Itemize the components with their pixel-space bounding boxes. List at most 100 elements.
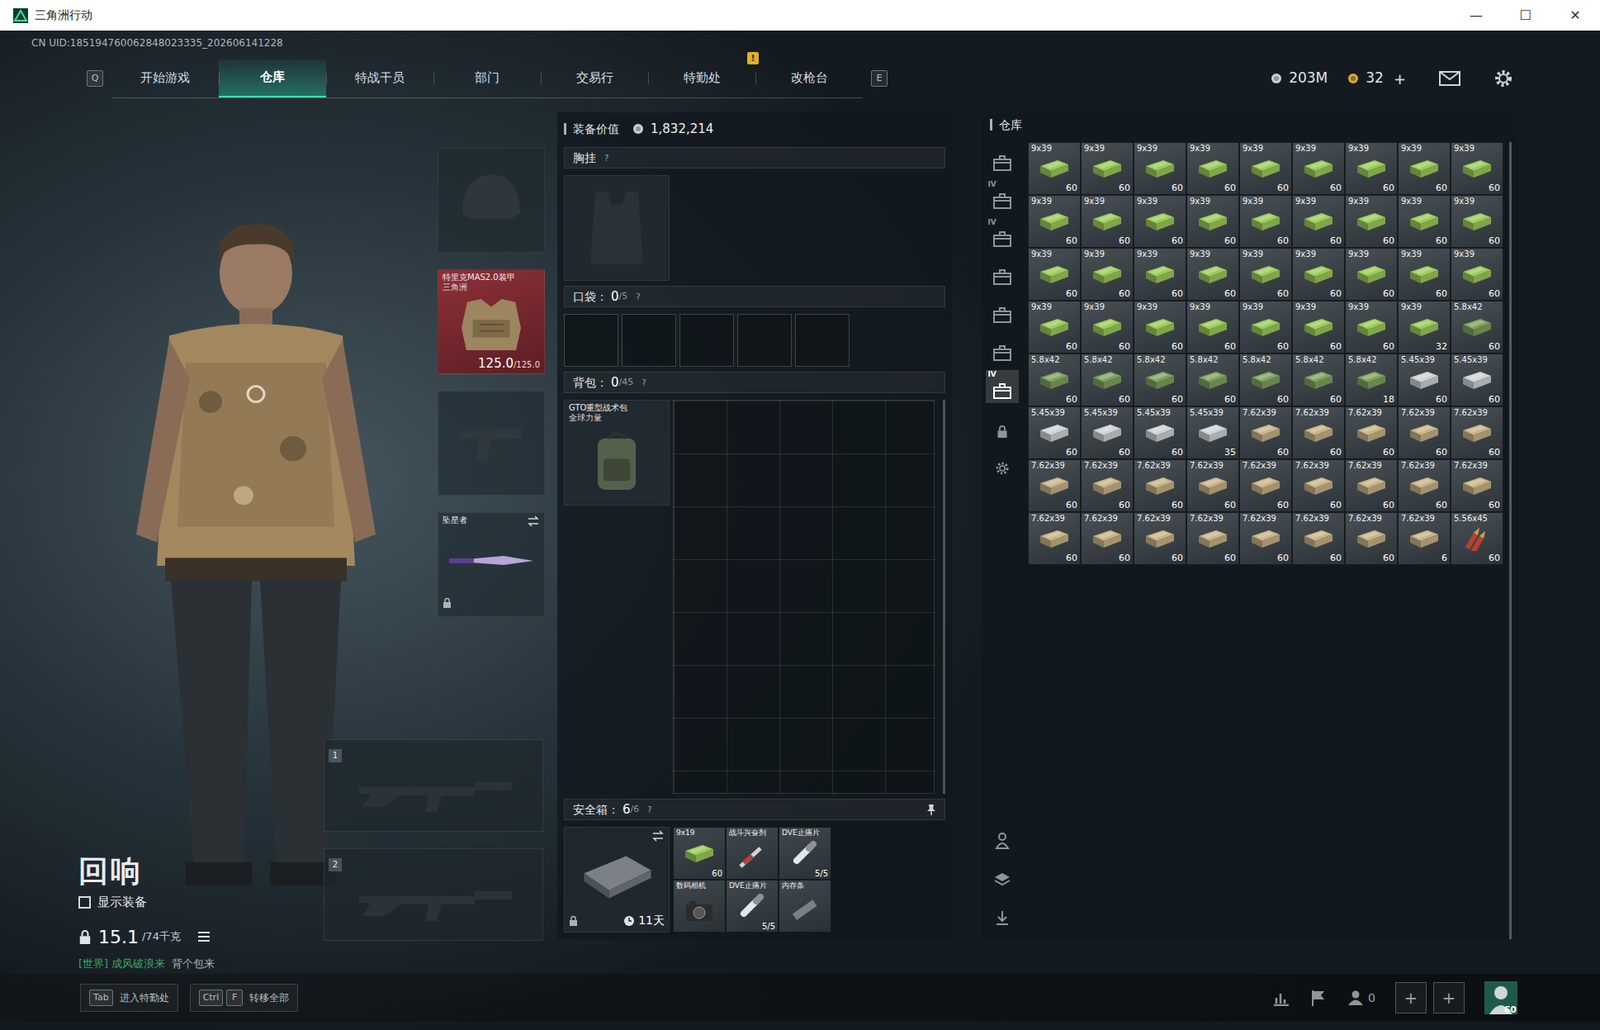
ammo-item[interactable]: 5.8x4218 [1344,353,1398,407]
invite-slot[interactable]: + [1433,981,1465,1014]
ammo-item[interactable]: 7.62x3960 [1344,406,1398,460]
safe-item[interactable]: DVE止痛片5/5 [778,826,832,880]
main-tab[interactable]: 开始游戏 [111,59,219,98]
ammo-item[interactable]: 9x3960 [1450,247,1504,301]
main-tab[interactable]: 改枪台 [755,59,863,98]
ammo-item[interactable]: 7.62x3960 [1133,511,1187,565]
ammo-item[interactable]: 7.62x3960 [1186,459,1240,512]
ammo-item[interactable]: 9x3960 [1450,142,1504,195]
ammo-item[interactable]: 9x3960 [1344,300,1398,354]
ammo-item[interactable]: 9x3960 [1080,300,1134,354]
warehouse-tab[interactable] [985,407,1019,441]
chest-rig-header-help[interactable]: ? [604,151,609,165]
show-gear-checkbox[interactable] [78,895,91,909]
ammo-item[interactable]: 9x3960 [1186,194,1240,248]
ammo-item[interactable]: 9x3960 [1080,194,1134,248]
safe-item[interactable]: DVE止痛片5/5 [725,879,779,933]
safe-item[interactable]: 数码相机 [672,879,726,933]
warehouse-tab[interactable]: IV [985,179,1019,214]
ammo-item[interactable]: 7.62x3960 [1080,511,1134,565]
ammo-item[interactable]: 9x3932 [1397,300,1451,354]
ammo-item[interactable]: 5.8x4260 [1239,353,1293,407]
helmet-slot[interactable] [437,147,545,253]
main-tab[interactable]: 仓库 [218,59,327,98]
ammo-item[interactable]: 9x3960 [1027,194,1081,248]
ammo-item[interactable]: 5.45x3960 [1027,406,1081,460]
swap-icon[interactable] [526,515,540,527]
mail-icon[interactable] [1439,70,1461,87]
ammo-item[interactable]: 9x3960 [1133,300,1187,354]
ammo-item[interactable]: 9x3960 [1133,247,1187,301]
safe-box-header-help[interactable]: ? [647,803,652,816]
melee-slot[interactable]: 坠星者 [437,511,545,617]
pocket-slot[interactable] [563,313,619,367]
warehouse-tab[interactable] [985,255,1019,289]
warehouse-tab[interactable]: IV [985,217,1019,251]
ammo-item[interactable]: 5.45x3960 [1450,353,1504,407]
ammo-item[interactable]: 9x3960 [1027,247,1081,301]
window-control-button[interactable]: ✕ [1550,5,1600,26]
pocket-slot[interactable] [795,313,850,367]
window-control-button[interactable]: — [1451,5,1501,26]
ammo-item[interactable]: 9x3960 [1397,247,1451,301]
ammo-item[interactable]: 7.62x3960 [1397,406,1451,460]
safe-item[interactable]: 内存条 [778,879,832,933]
ammo-item[interactable]: 7.62x3960 [1239,459,1293,512]
ammo-item[interactable]: 7.62x3960 [1344,511,1398,565]
warehouse-tab[interactable] [985,142,1019,176]
ammo-item[interactable]: 5.8x4260 [1450,300,1504,354]
ammo-item[interactable]: 9x3960 [1344,142,1398,195]
ammo-item[interactable]: 7.62x3960 [1080,459,1134,512]
ammo-item[interactable]: 7.62x3960 [1027,511,1081,565]
warehouse-tab[interactable] [985,331,1019,365]
ammo-item[interactable]: 9x3960 [1292,300,1345,354]
ammo-item[interactable]: 9x3960 [1186,142,1240,195]
invite-slot[interactable]: + [1395,981,1427,1014]
next-tab-key[interactable]: E [871,70,888,87]
pocket-slot[interactable] [679,313,734,367]
pocket-header-help[interactable]: ? [635,290,640,303]
warehouse-tab[interactable] [985,445,1019,479]
ammo-item[interactable]: 7.62x3960 [1292,406,1345,460]
warehouse-tool[interactable] [985,857,1019,891]
ammo-item[interactable]: 7.62x3960 [1292,511,1345,565]
ammo-item[interactable]: 5.8x4260 [1080,353,1134,407]
ammo-item[interactable]: 9x3960 [1133,194,1187,248]
ammo-item[interactable]: 7.62x3960 [1239,511,1293,565]
ammo-item[interactable]: 7.62x3960 [1344,459,1398,512]
player-avatar[interactable]: 60 [1484,980,1518,1014]
ammo-item[interactable]: 7.62x3960 [1239,406,1293,460]
ammo-item[interactable]: 5.8x4260 [1027,353,1081,407]
warehouse-tab[interactable]: IV [985,369,1019,403]
armor-slot[interactable]: 特里克MAS2.0装甲三角洲125.0/125.0 [437,269,545,374]
ammo-item[interactable]: 9x3960 [1397,194,1451,248]
flag-icon[interactable] [1310,988,1327,1007]
ammo-item[interactable]: 9x3960 [1133,142,1187,195]
ammo-item[interactable]: 9x3960 [1027,300,1081,354]
ammo-item[interactable]: 7.62x3960 [1027,459,1081,512]
ammo-item[interactable]: 5.56x4560 [1450,511,1504,565]
ammo-item[interactable]: 9x3960 [1344,194,1398,248]
ammo-item[interactable]: 5.45x3960 [1080,406,1134,460]
key-hint[interactable]: Tab进入特勤处 [80,983,179,1012]
ammo-item[interactable]: 9x3960 [1239,247,1293,301]
pocket-slot[interactable] [621,313,677,367]
ammo-item[interactable]: 7.62x3960 [1292,459,1345,512]
backpack-header-help[interactable]: ? [641,376,646,389]
pin-icon[interactable] [926,803,937,815]
safe-case[interactable]: 11天 [563,826,670,933]
chest-rig-slot[interactable] [563,175,670,281]
warehouse-tab[interactable] [985,293,1019,327]
loadout-scrollbar[interactable] [942,399,946,794]
ammo-item[interactable]: 9x3960 [1239,194,1293,248]
safe-item[interactable]: 9x1960 [672,826,726,880]
main-tab[interactable]: 部门 [433,59,541,98]
ammo-item[interactable]: 9x3960 [1292,194,1345,248]
ammo-item[interactable]: 7.62x3960 [1186,511,1240,565]
pistol-slot[interactable] [437,390,545,496]
ammo-item[interactable]: 5.8x4260 [1186,353,1240,407]
prev-tab-key[interactable]: Q [86,70,104,87]
main-tab[interactable]: 特勤处! [648,59,756,98]
ammo-item[interactable]: 9x3960 [1292,247,1345,301]
main-tab[interactable]: 交易行 [540,59,649,98]
